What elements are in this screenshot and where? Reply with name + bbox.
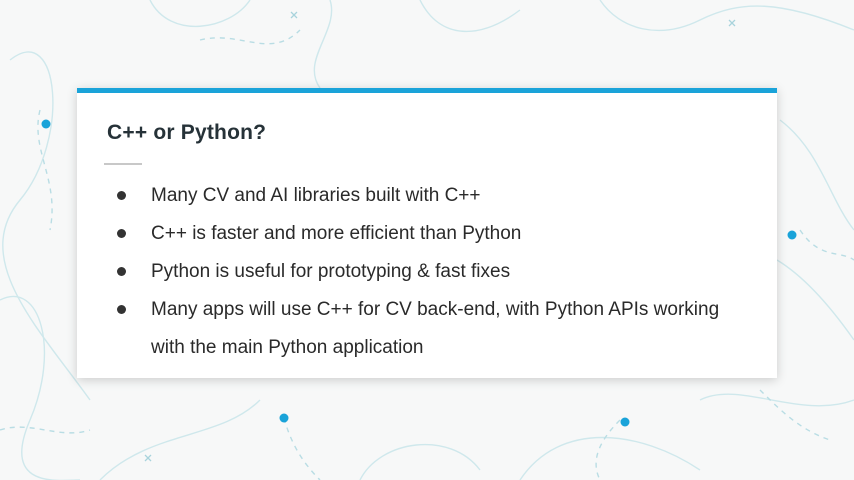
bullet-text: C++ is faster and more efficient than Py… xyxy=(151,223,522,244)
bullet-text: Many apps will use C++ for CV back-end, … xyxy=(151,299,720,358)
slide-card: C++ or Python? Many CV and AI libraries … xyxy=(77,88,777,378)
bullet-list: Many CV and AI libraries built with C++ … xyxy=(117,177,757,367)
bullet-dot-icon xyxy=(117,191,126,200)
title-divider xyxy=(104,163,142,165)
bullet-item: C++ is faster and more efficient than Py… xyxy=(117,215,757,253)
bullet-text: Many CV and AI libraries built with C++ xyxy=(151,185,481,206)
bullet-dot-icon xyxy=(117,229,126,238)
bullet-item: Many apps will use C++ for CV back-end, … xyxy=(117,291,757,367)
bullet-item: Many CV and AI libraries built with C++ xyxy=(117,177,757,215)
bullet-item: Python is useful for prototyping & fast … xyxy=(117,253,757,291)
bullet-text: Python is useful for prototyping & fast … xyxy=(151,261,511,282)
slide-title: C++ or Python? xyxy=(107,121,267,144)
bullet-dot-icon xyxy=(117,267,126,276)
bullet-dot-icon xyxy=(117,305,126,314)
